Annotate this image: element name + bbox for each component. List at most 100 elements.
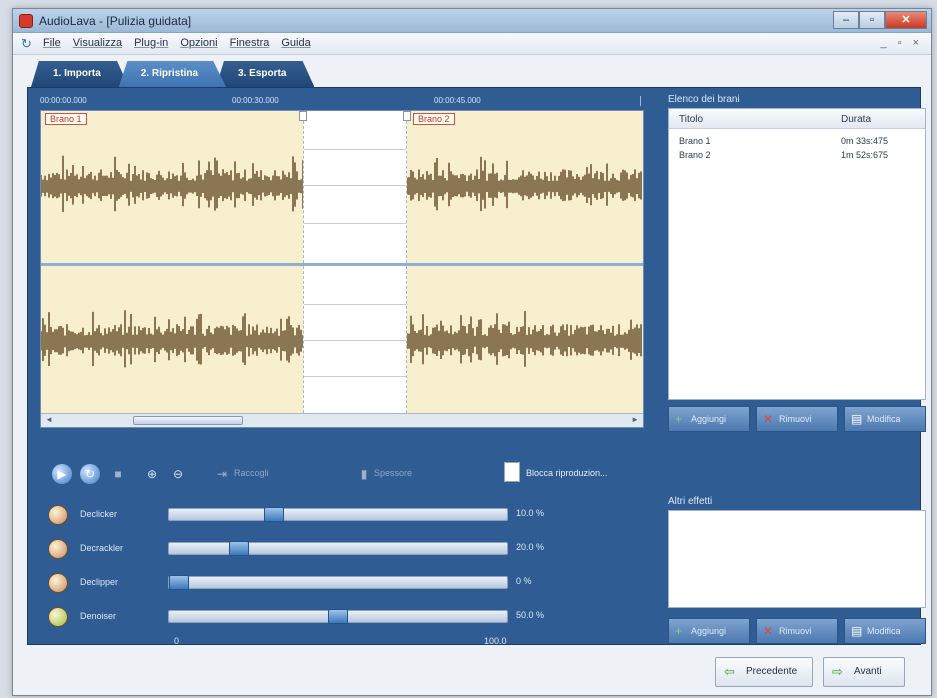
table-row[interactable]: Brano 2 1m 52s:675 [669, 149, 925, 163]
document-icon[interactable] [504, 462, 520, 482]
tab-ripristina[interactable]: 2. Ripristina [118, 61, 227, 87]
edit-effect-button[interactable]: ▤ Modifica [844, 618, 926, 644]
scroll-left-icon[interactable]: ◄ [45, 415, 53, 424]
arrow-right-icon: ⇨ [832, 664, 843, 679]
remove-track-button[interactable]: ✕ Rimuovi [756, 406, 838, 432]
tab-esporta[interactable]: 3. Esporta [216, 61, 315, 87]
split-marker[interactable] [299, 111, 307, 121]
menu-file[interactable]: File [43, 37, 61, 49]
track-duration: 1m 52s:675 [841, 150, 889, 160]
close-button[interactable]: ✕ [885, 11, 927, 29]
track-list-header: Titolo Durata [669, 109, 925, 129]
maximize-button[interactable]: ▫ [859, 11, 885, 29]
effect-toggle-icon[interactable] [48, 539, 68, 559]
remove-icon: ✕ [763, 412, 774, 426]
add-effect-button[interactable]: + Aggiungi [668, 618, 750, 644]
track-top[interactable]: Brano 1 Brano 2 [41, 111, 643, 263]
gap-region[interactable] [303, 266, 407, 418]
raccogli-button[interactable]: Raccogli [234, 468, 269, 478]
window-title: AudioLava - [Pulizia guidata] [39, 14, 192, 28]
mdi-controls[interactable]: _ ▫ × [880, 37, 923, 49]
column-header-titolo[interactable]: Titolo [679, 114, 703, 125]
gap-region[interactable] [303, 111, 407, 263]
scroll-thumb[interactable] [133, 416, 243, 425]
effect-row-decrackler: Decrackler 20.0 % [48, 538, 544, 559]
grid-line [304, 149, 406, 150]
next-button[interactable]: ⇨ Avanti [823, 657, 905, 687]
effect-toggle-icon[interactable] [48, 573, 68, 593]
previous-button[interactable]: ⇦ Precedente [715, 657, 813, 687]
grid-line [304, 340, 406, 341]
effect-label: Declicker [80, 509, 118, 519]
effect-slider[interactable] [168, 575, 508, 590]
menu-finestra[interactable]: Finestra [230, 37, 270, 49]
edit-track-button[interactable]: ▤ Modifica [844, 406, 926, 432]
effect-slider[interactable] [168, 609, 508, 624]
zoom-out-icon[interactable]: ⊖ [168, 464, 188, 484]
plus-icon: + [675, 412, 683, 426]
wizard-tabs: 1. Importa 2. Ripristina 3. Esporta [31, 61, 315, 87]
add-track-button[interactable]: + Aggiungi [668, 406, 750, 432]
menu-opzioni[interactable]: Opzioni [180, 37, 217, 49]
title-bar: AudioLava - [Pulizia guidata] – ▫ ✕ [13, 9, 931, 33]
effect-slider[interactable] [168, 541, 508, 556]
grid-line [304, 304, 406, 305]
horizontal-scrollbar[interactable]: ◄ ► [41, 413, 643, 427]
ruler-label: 00:00:45.000 [434, 96, 481, 105]
timeline-ruler: 00:00:00.000 00:00:30.000 00:00:45.000 [40, 96, 644, 108]
next-label: Avanti [854, 666, 882, 677]
ruler-tick [640, 96, 641, 106]
main-panel: 00:00:00.000 00:00:30.000 00:00:45.000 B… [27, 87, 926, 646]
stop-icon[interactable]: ■ [108, 464, 128, 484]
add-track-label: Aggiungi [691, 414, 727, 424]
menu-guida[interactable]: Guida [281, 37, 310, 49]
app-window: AudioLava - [Pulizia guidata] – ▫ ✕ ↻ Fi… [12, 8, 932, 696]
slider-thumb[interactable] [169, 575, 189, 590]
menu-plugin[interactable]: Plug-in [134, 37, 168, 49]
remove-icon: ✕ [763, 624, 774, 638]
waveform-editor[interactable]: Brano 1 Brano 2 ◄ ► [40, 110, 644, 428]
minimize-button[interactable]: – [833, 11, 859, 29]
table-row[interactable]: Brano 1 0m 33s:475 [669, 135, 925, 149]
tab-importa[interactable]: 1. Importa [31, 61, 129, 87]
split-marker[interactable] [403, 111, 411, 121]
slider-thumb[interactable] [229, 541, 249, 556]
column-header-durata[interactable]: Durata [841, 114, 871, 125]
arrow-left-icon: ⇦ [724, 664, 735, 679]
effect-toggle-icon[interactable] [48, 505, 68, 525]
effect-slider[interactable] [168, 507, 508, 522]
effect-value: 0 % [516, 576, 532, 586]
loop-icon[interactable]: ↻ [80, 464, 100, 484]
effect-label: Denoiser [80, 611, 117, 621]
grid-line [304, 376, 406, 377]
spessore-icon[interactable]: ▮ [354, 464, 374, 484]
plus-icon: + [675, 624, 683, 638]
effect-value: 20.0 % [516, 542, 545, 552]
scroll-right-icon[interactable]: ► [631, 415, 639, 424]
edit-effect-label: Modifica [867, 626, 901, 636]
remove-effect-button[interactable]: ✕ Rimuovi [756, 618, 838, 644]
clip-label-brano-1: Brano 1 [45, 113, 87, 125]
scale-min-label: 0 [174, 636, 180, 646]
track-bottom[interactable] [41, 266, 643, 418]
effect-toggle-icon[interactable] [48, 607, 68, 627]
window-controls: – ▫ ✕ [833, 11, 927, 29]
zoom-in-icon[interactable]: ⊕ [142, 464, 162, 484]
other-effects-list[interactable] [668, 510, 926, 608]
play-icon[interactable]: ▶ [52, 464, 72, 484]
menu-visualizza[interactable]: Visualizza [73, 37, 122, 49]
edit-icon: ▤ [851, 412, 863, 426]
track-duration: 0m 33s:475 [841, 136, 889, 146]
app-menu-icon[interactable]: ↻ [21, 37, 37, 51]
ruler-label: 00:00:30.000 [232, 96, 279, 105]
blocca-riproduzione-button[interactable]: Blocca riproduzion... [526, 468, 608, 478]
ruler-label: 00:00:00.000 [40, 96, 87, 105]
slider-thumb[interactable] [264, 507, 284, 522]
remove-track-label: Rimuovi [779, 414, 812, 424]
effect-row-denoiser: Denoiser 50.0 % [48, 606, 544, 627]
remove-effect-label: Rimuovi [779, 626, 812, 636]
track-list[interactable]: Titolo Durata Brano 1 0m 33s:475 Brano 2… [668, 108, 926, 400]
slider-thumb[interactable] [328, 609, 348, 624]
spessore-button[interactable]: Spessore [374, 468, 412, 478]
raccogli-icon[interactable]: ⇥ [212, 464, 232, 484]
